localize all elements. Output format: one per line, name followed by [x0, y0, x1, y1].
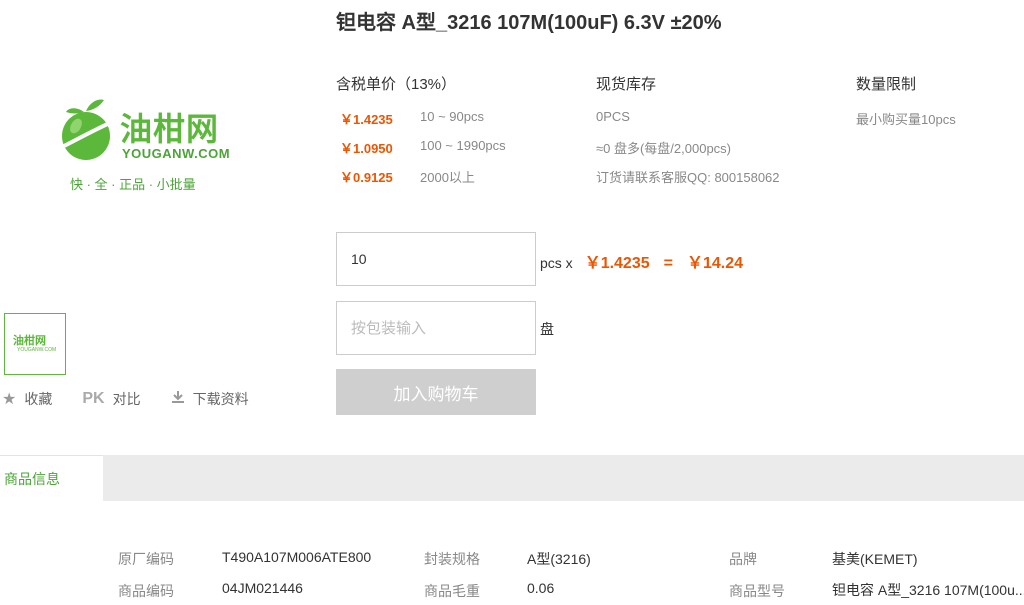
download-button[interactable]: 下载资料 — [171, 389, 249, 409]
price-calculation: pcs x ￥1.4235 = ￥14.24 — [540, 249, 743, 273]
spec-label-brand: 品牌 — [729, 551, 757, 567]
product-thumbnail[interactable]: 油柑网 YOUGANW.COM — [4, 313, 66, 375]
product-actions: ★ 收藏 PK 对比 下载资料 — [2, 389, 279, 409]
compare-button[interactable]: PK 对比 — [82, 389, 140, 409]
limit-text: 最小购买量10pcs — [856, 112, 956, 127]
logo-slogan: 快 · 全 · 正品 · 小批量 — [70, 177, 196, 192]
spec-value-package: A型(3216) — [527, 551, 591, 567]
compare-label: 对比 — [112, 391, 141, 407]
product-page: 钽电容 A型_3216 107M(100uF) 6.3V ±20% 油柑网 YO… — [0, 0, 1024, 605]
unit-label: pcs x — [540, 255, 573, 271]
limit-header: 数量限制 — [856, 76, 917, 93]
pack-quantity-input[interactable] — [336, 301, 536, 355]
product-title: 钽电容 A型_3216 107M(100uF) 6.3V ±20% — [336, 12, 722, 34]
download-icon — [171, 390, 185, 409]
spec-value-product-code: 04JM021446 — [222, 580, 303, 596]
stock-header: 现货库存 — [596, 76, 657, 93]
calc-total: ￥14.24 — [686, 255, 744, 272]
apple-logo-icon — [62, 99, 113, 160]
range-tier-3: 2000以上 — [420, 170, 475, 185]
price-tier-1: ￥1.4235 — [340, 112, 393, 127]
spec-value-gross-weight: 0.06 — [527, 580, 555, 596]
stock-contact: 订货请联系客服QQ: 800158062 — [596, 170, 780, 185]
spec-label-product-code: 商品编码 — [118, 583, 174, 599]
stock-count: 0PCS — [596, 109, 630, 124]
spec-label-gross-weight: 商品毛重 — [424, 583, 480, 599]
logo-domain: YOUGANW.COM — [122, 146, 231, 161]
spec-value-oem-code: T490A107M006ATE800 — [222, 549, 372, 565]
spec-label-oem-code: 原厂编码 — [118, 551, 174, 567]
tab-product-info[interactable]: 商品信息 — [0, 455, 103, 501]
favorite-button[interactable]: ★ 收藏 — [2, 389, 52, 409]
spec-value-brand: 基美(KEMET) — [832, 551, 918, 567]
star-icon: ★ — [2, 391, 17, 408]
add-to-cart-button[interactable]: 加入购物车 — [336, 369, 536, 415]
tab-bar — [0, 455, 1024, 501]
download-label: 下载资料 — [192, 391, 249, 407]
equals-sign: = — [663, 255, 673, 272]
thumbnail-logo-text: 油柑网 — [13, 335, 46, 347]
logo-name: 油柑网 — [120, 111, 220, 147]
range-tier-1: 10 ~ 90pcs — [420, 109, 484, 124]
calc-unit-price: ￥1.4235 — [584, 255, 650, 272]
pk-icon: PK — [82, 390, 105, 407]
thumbnail-logo-domain: YOUGANW.COM — [17, 347, 57, 353]
stock-reels: ≈0 盘多(每盘/2,000pcs) — [596, 141, 732, 156]
spec-label-package: 封装规格 — [424, 551, 480, 567]
pricing-header: 含税单价（13%） — [336, 76, 457, 93]
price-tier-2: ￥1.0950 — [340, 141, 393, 156]
product-image: 油柑网 YOUGANW.COM 快 · 全 · 正品 · 小批量 — [50, 92, 250, 192]
quantity-input[interactable] — [336, 232, 536, 286]
pack-unit-label: 盘 — [540, 321, 554, 337]
favorite-label: 收藏 — [24, 391, 53, 407]
spec-label-model: 商品型号 — [729, 583, 785, 599]
spec-value-model: 钽电容 A型_3216 107M(100u... — [832, 582, 1024, 598]
price-tier-3: ￥0.9125 — [340, 170, 393, 185]
range-tier-2: 100 ~ 1990pcs — [420, 138, 506, 153]
